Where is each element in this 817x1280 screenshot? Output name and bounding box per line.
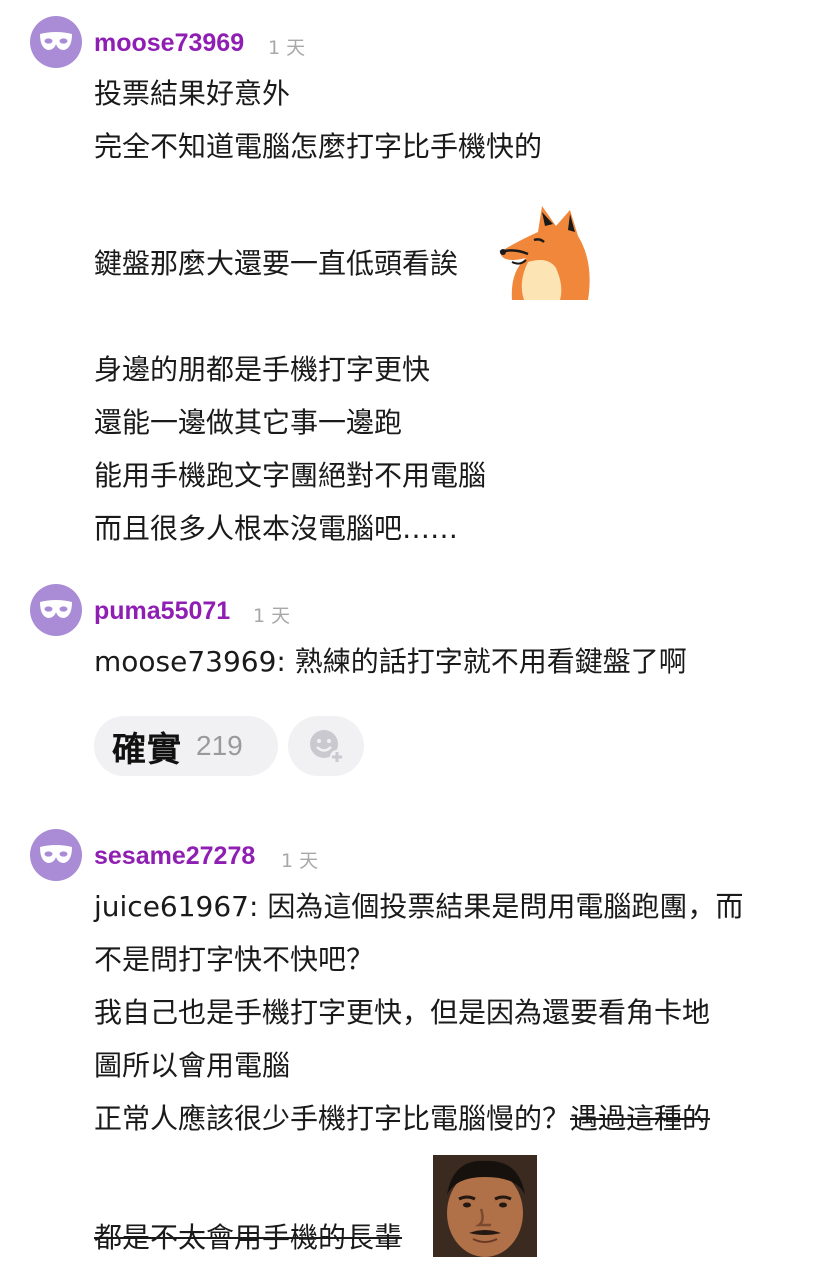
comment-line: 完全不知道電腦怎麼打字比手機快的 [94,130,543,163]
add-emoji-icon [310,730,344,764]
reaction-count: 219 [196,730,243,761]
comment-line: 鍵盤那麼大還要一直低頭看誒 [94,247,459,280]
comment-line: 身邊的朋都是手機打字更快 [94,353,431,386]
avatar[interactable] [30,829,82,881]
mask-icon [40,845,72,863]
username[interactable]: moose73969 [94,29,244,58]
comment-line: 我自己也是手機打字更快，但是因為還要看角卡地 [94,996,711,1029]
strikethrough-text: 都是不太會用手機的長輩 [94,1221,403,1254]
mask-icon [40,600,72,618]
comment-line: 不是問打字快不快吧？ [94,943,375,976]
username[interactable]: sesame27278 [94,842,255,871]
timestamp: 1 天 [253,605,291,627]
comment-line: 投票結果好意外 [94,77,291,110]
comment-text: 正常人應該很少手機打字比電腦慢的？ [94,1102,571,1135]
comment-line: juice61967: 因為這個投票結果是問用電腦跑團，而 [94,890,744,923]
timestamp: 1 天 [268,37,306,59]
strikethrough-text: 遇過這種的 [570,1102,711,1135]
comment-line: 而且很多人根本沒電腦吧…… [94,512,459,545]
reaction-chip[interactable]: 確實 219 [94,716,278,776]
comment-line: moose73969: 熟練的話打字就不用看鍵盤了啊 [94,645,687,678]
add-reaction-button[interactable] [288,716,364,776]
avatar[interactable] [30,16,82,68]
username[interactable]: puma55071 [94,597,230,626]
mask-icon [40,32,72,50]
comment-line: 還能一邊做其它事一邊跑 [94,406,403,439]
comment-line: 能用手機跑文字團絕對不用電腦 [94,459,487,492]
comment-line: 正常人應該很少手機打字比電腦慢的？遇過這種的 [94,1101,710,1137]
reaction-label: 確實 [112,729,182,770]
comment-line: 圖所以會用電腦 [94,1049,291,1082]
man-face-sticker [433,1155,537,1257]
fox-sticker [499,206,590,300]
timestamp: 1 天 [281,850,319,872]
avatar[interactable] [30,584,82,636]
